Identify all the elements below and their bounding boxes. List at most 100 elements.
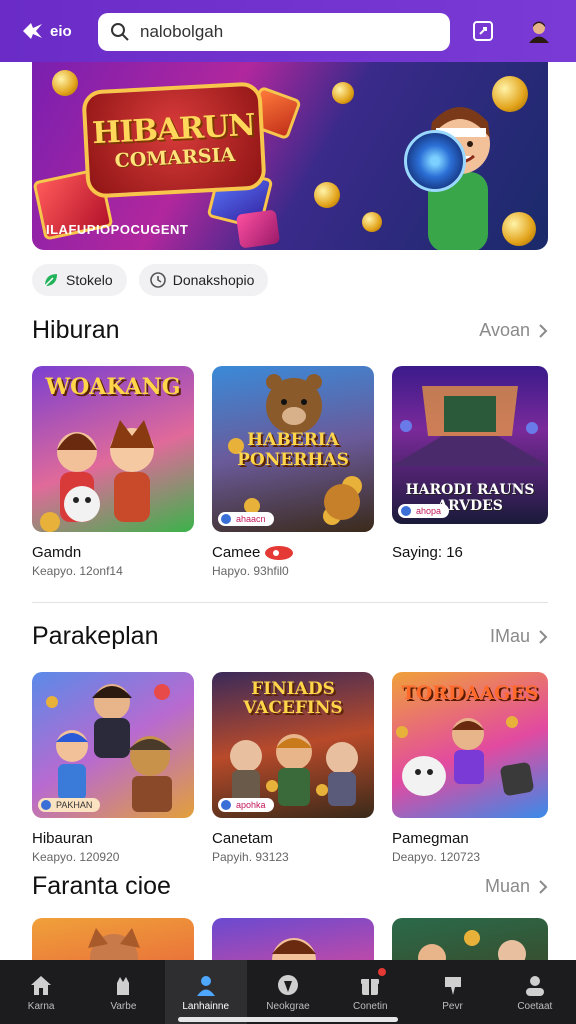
characters-illustration	[396, 716, 534, 796]
game-card[interactable]: PAKHAN Hibauran Keapyo. 120920	[32, 672, 194, 864]
game-thumbnail: FINIADS VACEFINS apohka	[212, 672, 374, 818]
game-card[interactable]: HARODI RAUNS ARVDES ahopa Saying: 16	[392, 366, 548, 561]
thumbnail-title: WOAKANG	[45, 374, 181, 400]
coin-decoration	[362, 212, 382, 232]
promo-banner[interactable]: HIBARUN COMARSIA ILAFUPIOPOCUGENT	[32, 62, 548, 250]
search-bar[interactable]	[98, 13, 450, 51]
pin-icon	[440, 973, 466, 997]
chevron-right-icon	[539, 323, 548, 338]
nav-label: Karna	[27, 1000, 55, 1012]
section-header-parakeplan: Parakeplan IMau	[32, 622, 548, 651]
see-all-label: Muan	[484, 876, 530, 896]
game-meta: Papyih. 93123	[212, 850, 289, 864]
nav-label: Conetin	[353, 1000, 388, 1012]
nav-item-home[interactable]: Karna	[0, 960, 82, 1024]
see-all-link[interactable]: IMau	[490, 626, 548, 647]
game-meta: Keapyo. 120920	[32, 850, 120, 864]
bottom-navigation: Karna Varbe Lanhainne Neokgrae Conetin P…	[0, 960, 576, 1024]
avatar-button[interactable]	[524, 16, 554, 46]
home-indicator	[178, 1017, 398, 1022]
section-divider	[32, 602, 548, 603]
scan-button[interactable]	[468, 16, 498, 46]
nav-item-conetin[interactable]: Conetin	[329, 960, 411, 1024]
thumbnail-title: FINIADS VACEFINS	[243, 679, 343, 718]
nav-item-neokgrae[interactable]: Neokgrae	[247, 960, 329, 1024]
game-card[interactable]: FINIADS VACEFINS apohka Canetam Papyih. …	[212, 672, 374, 864]
person-icon	[193, 973, 219, 997]
nav-label: Coetaat	[517, 1000, 553, 1012]
chip-donakshopio[interactable]: Donakshopio	[138, 264, 269, 296]
thumbnail-badge: ahopa	[398, 504, 450, 518]
arcade-illustration	[392, 386, 548, 466]
see-all-link[interactable]: Avoan	[479, 320, 548, 341]
game-meta: Keapyo. 12onf14	[32, 564, 123, 578]
filter-chips: Stokelo Donakshopio	[32, 264, 269, 296]
shield-illustration	[404, 130, 466, 192]
coin-decoration	[332, 82, 354, 104]
game-card[interactable]: HABERIA PONERHAS ahaacn Camee Hapyo. 93h…	[212, 366, 374, 578]
profile-icon	[522, 973, 548, 997]
thumbnail-badge: ahaacn	[218, 512, 274, 526]
see-all-label: Avoan	[479, 320, 530, 340]
coin-decoration	[52, 70, 78, 96]
thumbnail-title: HABERIA PONERHAS	[237, 430, 349, 470]
game-thumbnail: WOAKANG	[32, 366, 194, 532]
game-thumbnail: TORDAAGES	[392, 672, 548, 818]
nav-label: Neokgrae	[266, 1000, 310, 1012]
search-input[interactable]	[140, 22, 420, 42]
cat-icon	[110, 973, 136, 997]
clock-icon	[149, 272, 166, 288]
see-all-link[interactable]: Muan	[485, 876, 548, 897]
game-meta: Hapyo. 93hfil0	[212, 564, 289, 578]
thumbnail-badge: PAKHAN	[38, 798, 101, 812]
scan-icon	[473, 21, 493, 41]
banner-title-badge: HIBARUN COMARSIA	[81, 81, 267, 199]
hot-icon	[265, 545, 294, 560]
home-icon	[28, 973, 54, 997]
leaf-icon	[44, 274, 57, 287]
section-title: Hiburan	[32, 316, 120, 344]
section-title: Faranta cioe	[32, 872, 171, 900]
chevron-right-icon	[539, 879, 548, 894]
gift-box-decoration	[235, 209, 281, 249]
section-header-hiburan: Hiburan Avoan	[32, 316, 548, 345]
thumbnail-badge: apohka	[218, 798, 274, 812]
compass-icon	[275, 973, 301, 997]
game-name: Canetam	[212, 830, 273, 847]
nav-item-lanhainne[interactable]: Lanhainne	[164, 960, 247, 1024]
logo-icon	[23, 23, 42, 39]
game-thumbnail: HABERIA PONERHAS ahaacn	[212, 366, 374, 532]
game-name: Camee	[212, 544, 374, 561]
coin-decoration	[314, 182, 340, 208]
game-card[interactable]: TORDAAGES Pamegman Deapyo. 120723	[392, 672, 548, 864]
thumbnail-title: TORDAAGES	[401, 682, 539, 704]
section-header-faranta: Faranta cioe Muan	[32, 872, 548, 901]
characters-illustration	[40, 420, 154, 532]
notification-dot	[378, 968, 387, 976]
banner-subtitle: ILAFUPIOPOCUGENT	[46, 222, 189, 237]
game-thumbnail: HARODI RAUNS ARVDES ahopa	[392, 366, 548, 524]
nav-label: Varbe	[110, 1000, 137, 1012]
chip-label: Stokelo	[66, 272, 113, 288]
game-card[interactable]: WOAKANG Gamdn Keapyo. 12onf14	[32, 366, 194, 578]
gift-icon	[357, 973, 383, 997]
chip-label: Donakshopio	[172, 272, 255, 288]
app-logo[interactable]: eio	[20, 20, 72, 42]
characters-illustration	[46, 684, 172, 812]
chip-stokelo[interactable]: Stokelo	[32, 264, 127, 296]
nav-item-pevr[interactable]: Pevr	[411, 960, 493, 1024]
nav-item-coetaat[interactable]: Coetaat	[494, 960, 576, 1024]
logo-text: eio	[50, 22, 72, 40]
game-name: Hibauran	[32, 830, 93, 847]
game-name-text: Camee	[212, 544, 261, 561]
top-app-bar: eio	[0, 0, 576, 62]
nav-label: Pevr	[442, 1000, 463, 1012]
chevron-right-icon	[539, 629, 548, 644]
search-icon	[111, 23, 129, 41]
game-name: Pamegman	[392, 830, 469, 847]
nav-label: Lanhainne	[182, 1000, 230, 1012]
section-title: Parakeplan	[32, 622, 159, 650]
avatar-icon	[529, 21, 549, 43]
game-name: Gamdn	[32, 544, 82, 561]
nav-item-varbe[interactable]: Varbe	[82, 960, 164, 1024]
